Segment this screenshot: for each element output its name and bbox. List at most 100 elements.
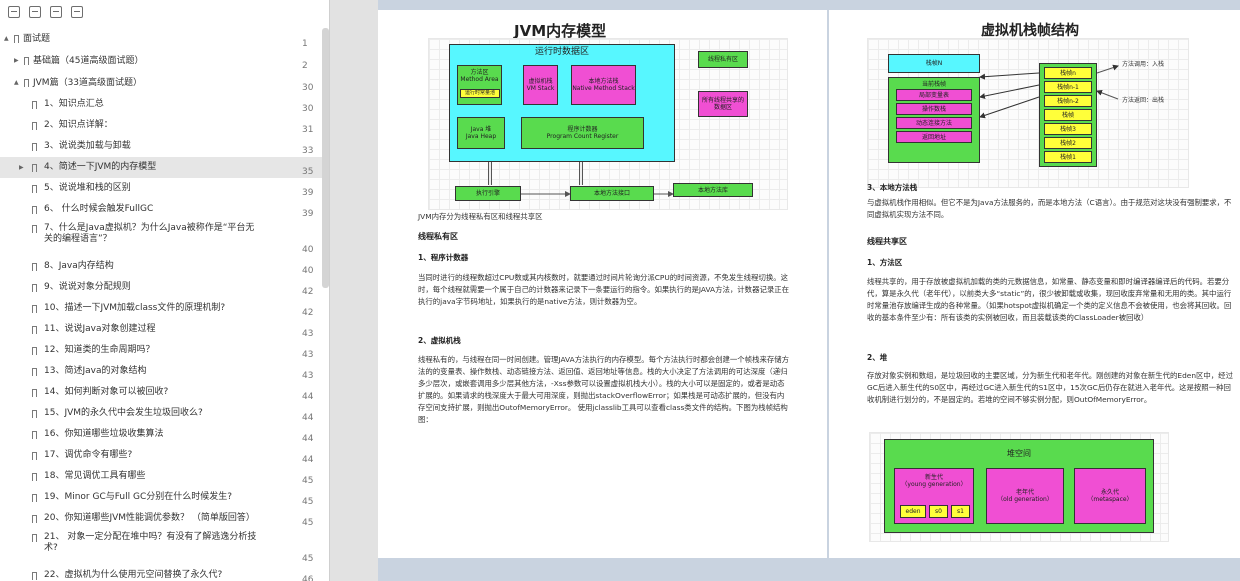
bookmark-icon xyxy=(32,452,37,460)
toc-item[interactable]: 14、如何判断对象可以被回收? 44 xyxy=(0,382,322,403)
toc-page-number: 40 xyxy=(302,245,314,255)
toc-item[interactable]: 16、你知道哪些垃圾收集算法 44 xyxy=(0,424,322,445)
old-gen-box: 老年代 （old generation） xyxy=(986,468,1064,524)
toc-page-number: 31 xyxy=(302,125,314,135)
heap-diagram: 堆空间 新生代 （young generation） eden s0 s1 老年… xyxy=(869,432,1169,542)
bookmark-icon xyxy=(32,410,37,418)
bookmark-icon xyxy=(32,305,37,313)
bookmark-icon xyxy=(32,206,37,214)
bookmark-icon xyxy=(32,431,37,439)
toc-page-number: 35 xyxy=(302,167,314,177)
eden-box: eden xyxy=(900,505,926,518)
toc-item[interactable]: ▲ JVM篇（33道高级面试题） 30 xyxy=(0,72,322,94)
toc-item[interactable]: 18、常见调优工具有哪些 45 xyxy=(0,466,322,487)
toc-page-number: 40 xyxy=(302,266,314,276)
method-area-box: 方法区 Method Area xyxy=(457,65,502,105)
toc-item-label: 19、Minor GC与Full GC分别在什么时候发生? xyxy=(44,492,233,502)
expand-arrow-icon[interactable]: ▶ xyxy=(14,57,19,65)
toc-item-label: 10、描述一下JVM加载class文件的原理机制? xyxy=(44,303,226,313)
toc-item[interactable]: 12、知道类的生命周期吗？ 43 xyxy=(0,340,322,361)
toc-page-number: 43 xyxy=(302,350,314,360)
return-address-box: 返回地址 xyxy=(896,131,972,143)
paragraph-method-area: 线程共享的，用于存放被虚拟机加载的类的元数据信息，如常量、静态变量和即时编译器编… xyxy=(867,277,1232,322)
toc-item[interactable]: 3、说说类加载与卸载 33 xyxy=(0,136,322,157)
toc-page-number: 30 xyxy=(302,104,314,114)
stack-frame-item: 栈帧n-2 xyxy=(1044,95,1092,107)
stack-frame-item: 栈帧 xyxy=(1044,109,1092,121)
toc-page-number: 39 xyxy=(302,209,314,219)
native-interface-box: 本地方法接口 xyxy=(570,186,654,201)
toc-item-label: 2、知识点详解： xyxy=(44,120,113,130)
toc-item-label: 7、什么是Java虚拟机？为什么Java被称作是“平台无关的编程语言”？ xyxy=(44,223,255,244)
bookmark-icon xyxy=(32,326,37,334)
toc-item-label: 9、说说对象分配规则 xyxy=(44,282,131,292)
bookmark-icon xyxy=(32,534,37,542)
bookmark-icon xyxy=(32,225,37,233)
bookmark-icon xyxy=(32,143,37,151)
execution-engine-box: 执行引擎 xyxy=(455,186,521,201)
collapse-arrow-icon[interactable]: ▲ xyxy=(4,35,9,43)
bookmark-icon[interactable] xyxy=(71,6,83,18)
toc-page-number: 46 xyxy=(302,575,314,581)
collapse-all-icon[interactable] xyxy=(29,6,41,18)
toc-item[interactable]: 21、 对象一定分配在堆中吗？有没有了解逃逸分析技术? 45 xyxy=(0,529,322,565)
s0-box: s0 xyxy=(929,505,948,518)
toc-page-number: 44 xyxy=(302,413,314,423)
toc-item[interactable]: 7、什么是Java虚拟机？为什么Java被称作是“平台无关的编程语言”？ 40 xyxy=(0,220,322,256)
expand-arrow-icon[interactable]: ▶ xyxy=(19,164,24,172)
stack-frame-item: 栈帧n xyxy=(1044,67,1092,79)
heading-native-stack: 3、本地方法栈 xyxy=(867,183,918,192)
toc-item[interactable]: 1、知识点汇总 30 xyxy=(0,94,322,115)
toc-item[interactable]: 8、Java内存结构 40 xyxy=(0,256,322,277)
add-bookmark-icon[interactable] xyxy=(50,6,62,18)
stack-frame-item: 栈帧n-1 xyxy=(1044,81,1092,93)
heading-private: 线程私有区 xyxy=(418,232,458,241)
toc-page-number: 2 xyxy=(302,61,308,71)
toc-item[interactable]: 13、简述Java的对象结构 43 xyxy=(0,361,322,382)
toc-item[interactable]: ▶ 4、简述一下JVM的内存模型 35 xyxy=(0,157,322,178)
frame-n-box: 栈帧N xyxy=(888,54,980,73)
operand-stack-box: 操作数栈 xyxy=(896,103,972,115)
paragraph-vm-stack: 线程私有的，与线程在同一时间创建。管理JAVA方法执行的内存模型。每个方法执行时… xyxy=(418,355,790,424)
bookmark-icon xyxy=(32,164,37,172)
java-heap-box: Java 堆 Java Heap xyxy=(457,117,505,149)
heading-shared: 线程共享区 xyxy=(867,237,907,246)
toc-item-label: 3、说说类加载与卸载 xyxy=(44,141,131,151)
toc-item[interactable]: 11、说说Java对象创建过程 43 xyxy=(0,319,322,340)
toc-item-label: 5、说说堆和栈的区别 xyxy=(44,183,131,193)
bookmark-icon xyxy=(32,389,37,397)
toc-page-number: 45 xyxy=(302,554,314,564)
toc-item[interactable]: ▶ 基础篇（45道高级面试题） 2 xyxy=(0,50,322,72)
toc-item[interactable]: 5、说说堆和栈的区别 39 xyxy=(0,178,322,199)
toc-item[interactable]: 19、Minor GC与Full GC分别在什么时候发生? 45 xyxy=(0,487,322,508)
expand-all-icon[interactable] xyxy=(8,6,20,18)
dynamic-link-box: 动态连接方法 xyxy=(896,117,972,129)
toc-item[interactable]: 10、描述一下JVM加载class文件的原理机制? 42 xyxy=(0,298,322,319)
bookmark-sidebar: ▲ 面试题 1 ▶ 基础篇（45道高级面试题） 2 ▲ JVM篇（33道高级面试题） 30 1、知… xyxy=(0,0,330,581)
toc-item[interactable]: 22、虚拟机为什么使用元空间替换了永久代? 46 xyxy=(0,565,322,581)
toc-item[interactable]: 2、知识点详解： 31 xyxy=(0,115,322,136)
toc-item-label: 22、虚拟机为什么使用元空间替换了永久代? xyxy=(44,570,223,580)
toc-page-number: 44 xyxy=(302,392,314,402)
toc-item[interactable]: 15、JVM的永久代中会发生垃圾回收么? 44 xyxy=(0,403,322,424)
toc-page-number: 44 xyxy=(302,455,314,465)
document-viewer: JVM内存模型 运行时数据区 方法区 Method Area 运行时常量池 虚拟… xyxy=(378,0,1240,581)
call-push-label: 方法调用：入栈 xyxy=(1122,61,1165,68)
toc-item[interactable]: 6、 什么时候会触发FullGC 39 xyxy=(0,199,322,220)
toc-item[interactable]: ▲ 面试题 1 xyxy=(0,28,322,50)
toc-item-label: 基础篇（45道高级面试题） xyxy=(33,56,144,66)
toc-item[interactable]: 20、你知道哪些JVM性能调优参数？ （简单版回答） 45 xyxy=(0,508,322,529)
page-left: JVM内存模型 运行时数据区 方法区 Method Area 运行时常量池 虚拟… xyxy=(378,10,827,558)
collapse-arrow-icon[interactable]: ▲ xyxy=(14,79,19,87)
heading-pc: 1、程序计数器 xyxy=(418,253,469,262)
paragraph-pc: 当同时进行的线程数超过CPU数或其内核数时，就要通过时间片轮询分派CPU的时间资… xyxy=(418,273,790,306)
toc-item[interactable]: 17、调优命令有哪些? 44 xyxy=(0,445,322,466)
toc-item[interactable]: 9、说说对象分配规则 42 xyxy=(0,277,322,298)
heading-vm-stack: 2、虚拟机栈 xyxy=(418,336,461,345)
bookmark-tree: ▲ 面试题 1 ▶ 基础篇（45道高级面试题） 2 ▲ JVM篇（33道高级面试题） 30 1、知… xyxy=(0,28,322,581)
toc-item-label: 11、说说Java对象创建过程 xyxy=(44,324,156,334)
s1-box: s1 xyxy=(951,505,970,518)
bookmark-icon xyxy=(32,185,37,193)
bookmark-icon xyxy=(32,263,37,271)
sidebar-scrollbar[interactable] xyxy=(322,28,329,288)
